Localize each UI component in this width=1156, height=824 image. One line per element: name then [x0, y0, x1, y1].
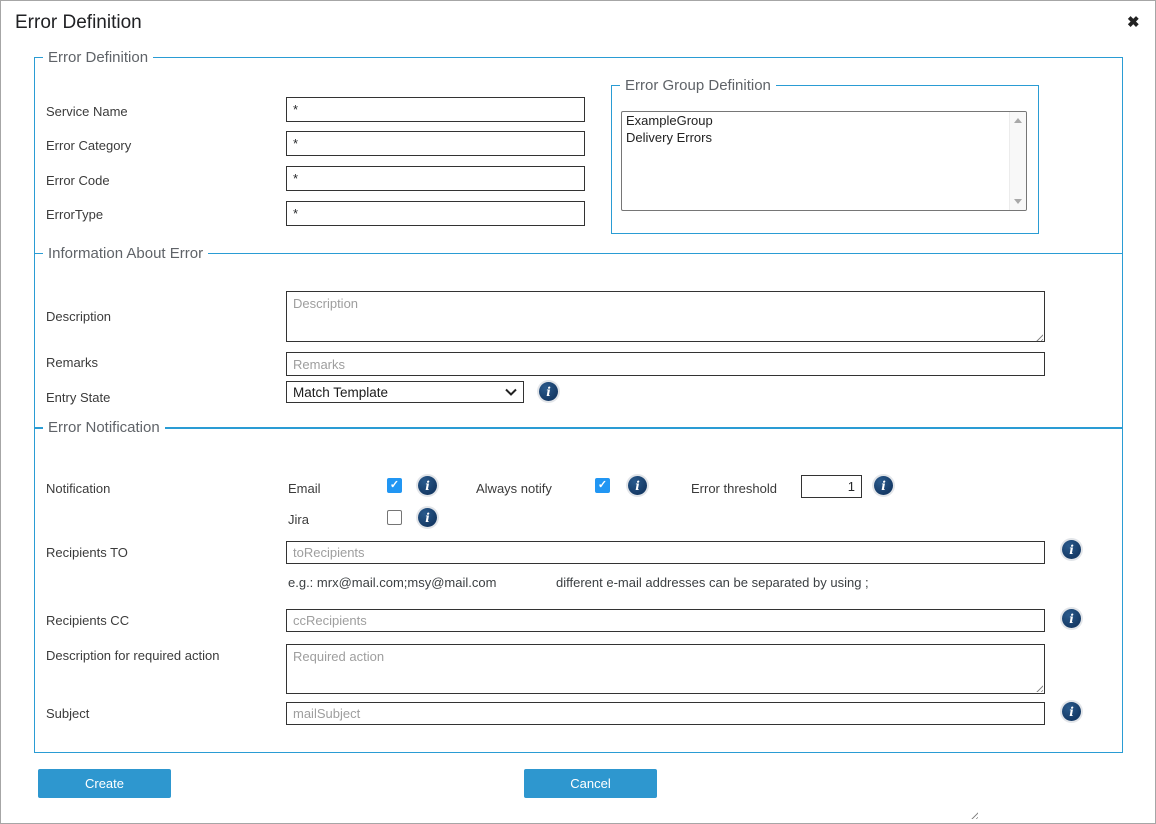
required-action-textarea[interactable] — [286, 644, 1045, 694]
cancel-button[interactable]: Cancel — [524, 769, 657, 798]
recipients-cc-input[interactable] — [286, 609, 1045, 632]
list-item[interactable]: Delivery Errors — [622, 129, 1026, 146]
entry-state-info-icon[interactable]: i — [539, 382, 558, 401]
error-code-label: Error Code — [46, 173, 110, 188]
error-type-label: ErrorType — [46, 207, 103, 222]
jira-checkbox[interactable]: ✓ — [387, 510, 402, 525]
email-checkbox[interactable]: ✓ — [387, 478, 402, 493]
error-threshold-info-icon[interactable]: i — [874, 476, 893, 495]
recipients-to-input[interactable] — [286, 541, 1045, 564]
recipients-to-info-icon[interactable]: i — [1062, 540, 1081, 559]
error-code-input[interactable] — [286, 166, 585, 191]
error-category-input[interactable] — [286, 131, 585, 156]
recipients-hint-example: e.g.: mrx@mail.com;msy@mail.com — [288, 575, 496, 590]
subject-label: Subject — [46, 706, 89, 721]
entry-state-label: Entry State — [46, 390, 110, 405]
close-icon[interactable]: ✖ — [1127, 13, 1140, 31]
email-label: Email — [288, 481, 321, 496]
error-type-input[interactable] — [286, 201, 585, 226]
notification-label: Notification — [46, 481, 110, 496]
scroll-up-icon[interactable] — [1014, 118, 1022, 123]
always-notify-checkbox[interactable]: ✓ — [595, 478, 610, 493]
jira-info-icon[interactable]: i — [418, 508, 437, 527]
listbox-scrollbar[interactable] — [1009, 112, 1026, 210]
error-notification-legend: Error Notification — [43, 419, 165, 436]
page-resize-handle[interactable] — [969, 810, 978, 819]
error-group-definition-legend: Error Group Definition — [620, 77, 776, 94]
email-info-icon[interactable]: i — [418, 476, 437, 495]
error-category-label: Error Category — [46, 138, 131, 153]
create-button[interactable]: Create — [38, 769, 171, 798]
subject-input[interactable] — [286, 702, 1045, 725]
description-label: Description — [46, 309, 111, 324]
recipients-hint-text: different e-mail addresses can be separa… — [556, 575, 869, 590]
error-group-listbox[interactable]: ExampleGroup Delivery Errors — [621, 111, 1027, 211]
always-notify-info-icon[interactable]: i — [628, 476, 647, 495]
service-name-input[interactable] — [286, 97, 585, 122]
list-item[interactable]: ExampleGroup — [622, 112, 1026, 129]
recipients-to-label: Recipients TO — [46, 545, 128, 560]
description-textarea[interactable] — [286, 291, 1045, 342]
scroll-down-icon[interactable] — [1014, 199, 1022, 204]
recipients-cc-label: Recipients CC — [46, 613, 129, 628]
always-notify-label: Always notify — [476, 481, 552, 496]
page-title: Error Definition — [15, 12, 142, 34]
information-about-error-legend: Information About Error — [43, 245, 208, 262]
recipients-cc-info-icon[interactable]: i — [1062, 609, 1081, 628]
error-definition-legend: Error Definition — [43, 49, 153, 66]
error-threshold-input[interactable] — [801, 475, 862, 498]
error-threshold-label: Error threshold — [691, 481, 777, 496]
required-action-label: Description for required action — [46, 648, 219, 663]
chevron-down-icon — [505, 388, 517, 396]
jira-label: Jira — [288, 512, 309, 527]
remarks-label: Remarks — [46, 355, 98, 370]
entry-state-select[interactable]: Match Template — [286, 381, 524, 403]
remarks-input[interactable] — [286, 352, 1045, 376]
service-name-label: Service Name — [46, 104, 128, 119]
error-definition-dialog: Error Definition ✖ Error Definition Info… — [0, 0, 1156, 824]
entry-state-value: Match Template — [293, 385, 388, 400]
subject-info-icon[interactable]: i — [1062, 702, 1081, 721]
